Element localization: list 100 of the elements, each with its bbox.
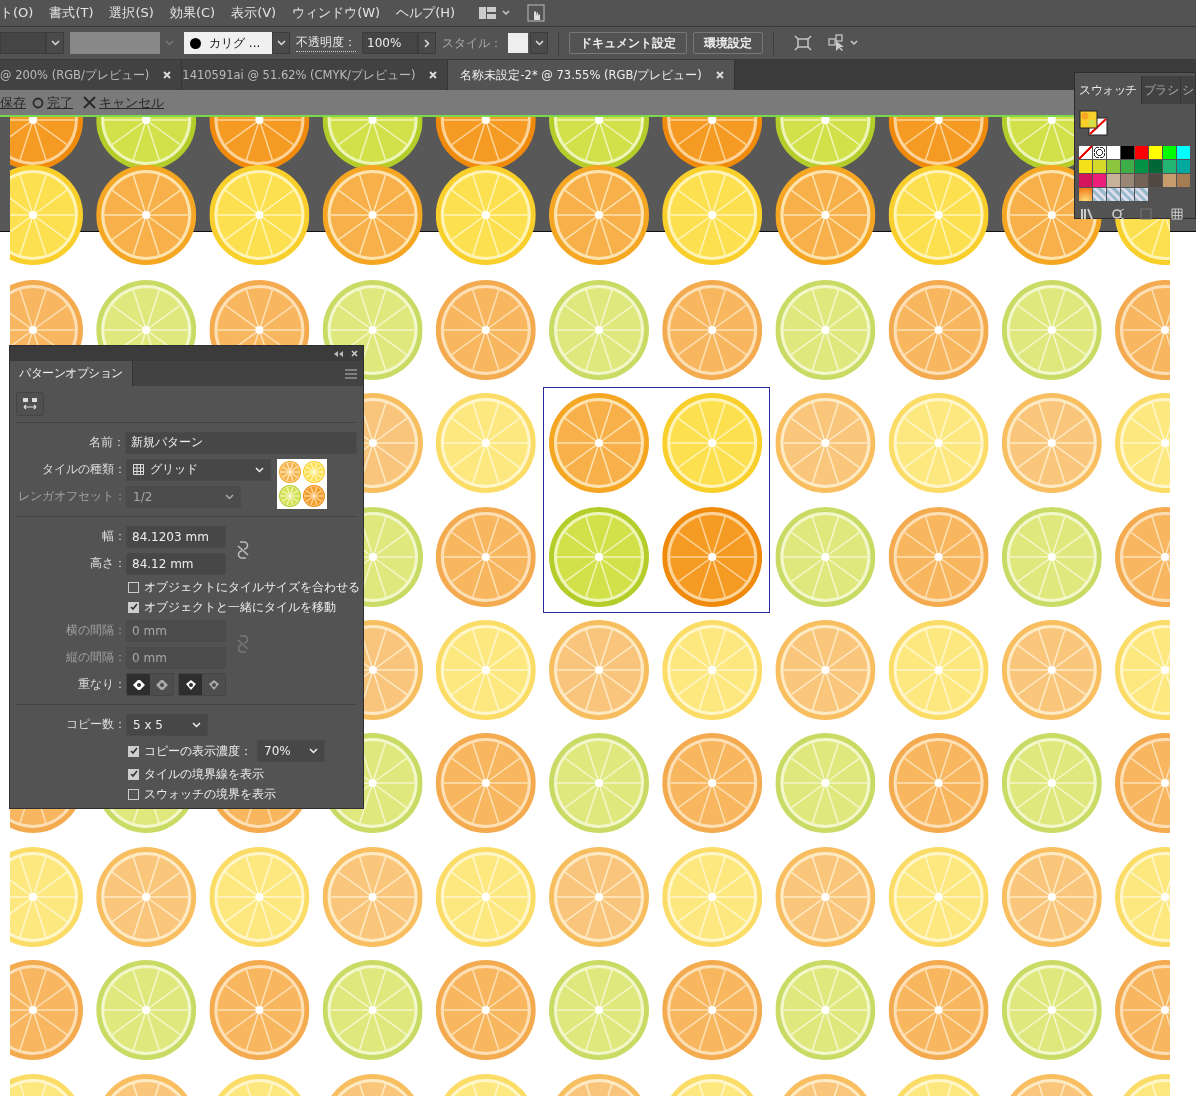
workspace-layout-icon[interactable] — [479, 6, 512, 20]
opacity-field[interactable]: 100% — [362, 32, 418, 54]
new-swatch-icon[interactable] — [1139, 208, 1153, 220]
close-icon[interactable] — [163, 71, 172, 79]
gradient-swatch[interactable] — [1079, 188, 1092, 201]
overlap-option-button[interactable] — [127, 674, 150, 695]
menu-item[interactable]: 選択(S) — [109, 4, 154, 22]
checkbox[interactable] — [128, 768, 139, 780]
caret-icon — [225, 493, 234, 500]
caret-icon — [164, 40, 174, 46]
checkbox-label: タイルの境界線を表示 — [144, 766, 264, 782]
color-swatch[interactable] — [1135, 174, 1148, 187]
color-swatch[interactable] — [1177, 160, 1190, 173]
color-swatch[interactable] — [1149, 160, 1162, 173]
style-label: スタイル： — [442, 34, 502, 52]
overlap-option-button[interactable] — [179, 674, 202, 695]
caret-button[interactable] — [46, 32, 64, 54]
color-swatch[interactable] — [1121, 146, 1134, 159]
menu-item[interactable]: ヘルプ(H) — [396, 4, 456, 22]
document-tab[interactable]: @ 200% (RGB/プレビュー) — [0, 60, 183, 90]
pattern-swatch[interactable] — [1135, 188, 1148, 201]
document-tab[interactable]: 名称未設定-2* @ 73.55% (RGB/プレビュー) — [448, 60, 735, 90]
width-field[interactable]: 84.1203 mm — [126, 525, 226, 548]
color-swatch[interactable] — [1121, 160, 1134, 173]
cancel-link[interactable]: キャンセル — [99, 93, 164, 112]
overlap-icon — [131, 678, 146, 691]
swatch-options-icon[interactable] — [1111, 208, 1125, 220]
menu-item[interactable]: 書式(T) — [49, 4, 94, 22]
close-icon[interactable] — [351, 350, 358, 357]
name-field[interactable]: 新規パターン — [125, 431, 357, 454]
color-swatch[interactable] — [1163, 174, 1176, 187]
checkbox[interactable] — [128, 745, 139, 757]
style-swatch[interactable] — [508, 33, 528, 53]
color-swatch[interactable] — [1163, 160, 1176, 173]
panel-tab[interactable]: パターンオプション — [10, 361, 133, 386]
document-tab[interactable]: 1410591ai @ 51.62% (CMYK/プレビュー) — [182, 60, 449, 90]
caret-icon — [50, 40, 60, 46]
link-icon[interactable] — [236, 634, 250, 654]
collapse-icon[interactable] — [334, 350, 343, 357]
color-swatch[interactable] — [1093, 174, 1106, 187]
close-icon[interactable] — [429, 71, 438, 79]
tile-edit-tool-button[interactable] — [16, 392, 44, 416]
color-swatch[interactable] — [1149, 174, 1162, 187]
done-link[interactable]: 完了 — [47, 93, 73, 112]
none-swatch[interactable] — [1079, 146, 1092, 159]
pattern-swatch[interactable] — [1107, 188, 1120, 201]
color-swatch[interactable] — [1149, 146, 1162, 159]
color-swatch[interactable] — [1107, 160, 1120, 173]
link-icon[interactable] — [236, 540, 250, 560]
menu-item[interactable]: ト(O) — [0, 4, 34, 22]
checkbox[interactable] — [128, 581, 139, 593]
fill-stroke-icon[interactable] — [1079, 110, 1109, 136]
checkbox-label: スウォッチの境界を表示 — [144, 786, 276, 802]
select-pointer-icon[interactable] — [828, 34, 860, 52]
color-swatch[interactable] — [1177, 146, 1190, 159]
caret-button[interactable] — [530, 32, 548, 54]
grid-view-icon[interactable] — [1171, 208, 1185, 220]
save-link[interactable]: 保存 — [0, 93, 26, 112]
opacity-label[interactable]: 不透明度： — [296, 34, 356, 52]
caret-button[interactable] — [272, 32, 290, 54]
color-swatch[interactable] — [1107, 174, 1120, 187]
pattern-swatch[interactable] — [1121, 188, 1134, 201]
chevron-button[interactable] — [418, 32, 436, 54]
close-icon[interactable] — [715, 71, 724, 79]
color-swatch[interactable] — [1093, 160, 1106, 173]
copy-opacity-select[interactable]: 70% — [257, 740, 325, 762]
settings-button[interactable]: ドキュメント設定 — [569, 32, 687, 54]
color-swatch[interactable] — [1121, 174, 1134, 187]
copies-select[interactable]: 5 x 5 — [126, 713, 208, 736]
field-label: 縦の間隔： — [65, 649, 126, 666]
frame-icon[interactable] — [794, 35, 812, 51]
color-swatch[interactable] — [1135, 146, 1148, 159]
overlap-icon — [183, 678, 198, 691]
height-field[interactable]: 84.12 mm — [126, 552, 226, 575]
checkbox-label: コピーの表示濃度： — [144, 743, 252, 759]
settings-button[interactable]: 環境設定 — [693, 32, 763, 54]
registration-swatch[interactable] — [1093, 146, 1106, 159]
color-swatch[interactable] — [1177, 174, 1190, 187]
color-swatch[interactable] — [1079, 174, 1092, 187]
menu-icon[interactable] — [345, 369, 357, 379]
checkbox-label: オブジェクトにタイルサイズを合わせる — [144, 579, 360, 595]
hand-icon[interactable] — [527, 4, 546, 22]
color-swatch[interactable] — [1163, 146, 1176, 159]
panel-tab[interactable]: シ — [1181, 76, 1196, 104]
field-label: 横の間隔： — [65, 622, 126, 639]
menu-item[interactable]: 表示(V) — [231, 4, 277, 22]
color-swatch[interactable] — [1135, 160, 1148, 173]
brush-select[interactable]: カリグ ... — [184, 32, 272, 54]
tile-type-select[interactable]: グリッド — [126, 458, 271, 481]
pattern-swatch[interactable] — [1093, 188, 1106, 201]
color-swatch[interactable] — [1079, 160, 1092, 173]
checkbox[interactable] — [128, 601, 139, 613]
panel-tab[interactable]: スウォッチ — [1075, 76, 1142, 104]
close-icon — [83, 96, 96, 109]
menu-item[interactable]: ウィンドウ(W) — [292, 4, 381, 22]
grid-icon — [133, 464, 144, 475]
checkbox[interactable] — [128, 788, 139, 800]
color-swatch[interactable] — [1107, 146, 1120, 159]
menu-item[interactable]: 効果(C) — [169, 4, 216, 22]
field-label: 幅： — [101, 528, 126, 545]
